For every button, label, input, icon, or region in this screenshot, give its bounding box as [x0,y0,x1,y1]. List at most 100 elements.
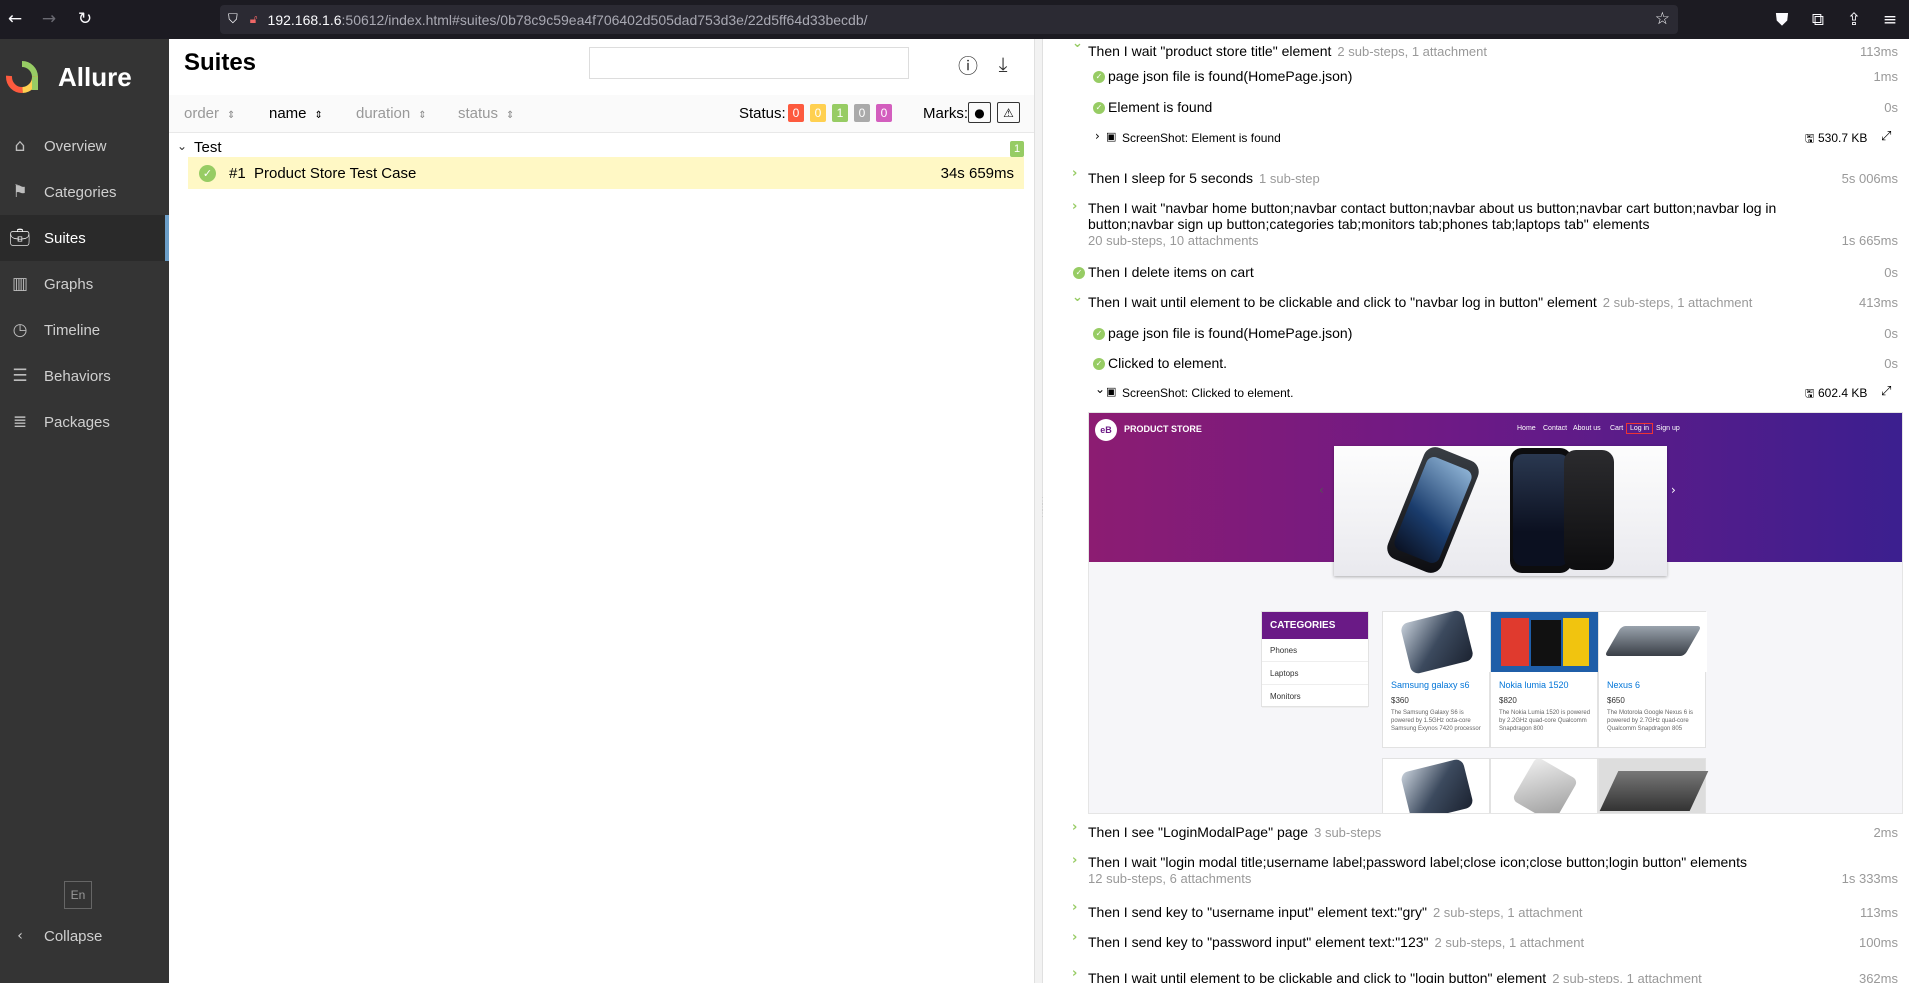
case-duration: 34s 659ms [940,165,1014,182]
phone-shape [1501,618,1529,666]
nav-cart: Cart [1610,425,1624,432]
sidebar-item-graphs[interactable]: ▥ Graphs [0,261,169,307]
sort-label: status [458,105,499,122]
bookmark-star-icon[interactable]: ☆ [1655,9,1670,29]
sidebar-item-behaviors[interactable]: ☰ Behaviors [0,353,169,399]
url-bar[interactable]: ⛉ 🔓︎ 192.168.1.6:50612/index.html#suites… [220,5,1678,34]
product-image [1383,609,1491,675]
step-title-continued: button;navbar sign up button;categories … [1088,216,1650,232]
list-icon: ☰ [12,366,28,386]
step-title: page json file is found(HomePage.json) [1108,325,1353,341]
test-steps-pane: ⌄ Then I wait "product store title" elem… [1043,39,1909,983]
carousel-prev-icon: ‹ [1319,483,1324,497]
case-number: #1 [229,165,246,182]
chevron-left-icon: ‹ [17,928,23,944]
pane-splitter[interactable]: ⋮⋮⋮ [1034,39,1048,983]
step-duration: 362ms [1858,971,1898,983]
product-desc: The Nokia Lumia 1520 is powered by 2.2GH… [1499,710,1591,732]
phone-image [1383,443,1483,577]
passed-check-icon: ✓ [1093,328,1105,340]
chevron-right-icon: › [1072,966,1078,981]
phone-shape [1563,618,1589,666]
insecure-lock-icon[interactable]: 🔓︎ [250,12,258,27]
step-title: Then I wait until element to be clickabl… [1088,294,1597,310]
expand-icon[interactable]: ⤢ [1881,129,1891,144]
language-button[interactable]: En [64,881,92,909]
back-icon[interactable]: ← [0,4,30,34]
search-input[interactable] [589,47,909,79]
collapse-button[interactable]: ‹ Collapse [8,921,102,951]
nav-login: Log in [1626,423,1654,434]
sidebar-item-categories[interactable]: ⚑ Categories [0,169,169,215]
step-duration: 1s 665ms [1841,233,1898,248]
status-failed-badge[interactable]: 0 [788,104,804,122]
passed-check-icon: ✓ [1093,358,1105,370]
sidebar-item-label: Packages [44,413,110,431]
forward-icon[interactable]: → [34,4,64,34]
step-title: Then I sleep for 5 seconds [1088,170,1253,186]
sort-icon: ⇕ [418,110,427,121]
step-duration: 1s 333ms [1841,871,1898,886]
product-desc: The Samsung Galaxy S6 is powered by 1.5G… [1391,710,1481,732]
table-row[interactable]: ✓ #1 Product Store Test Case 34s 659ms [188,157,1024,189]
sidebar-item-suites[interactable]: 💼︎ Suites [0,215,169,261]
status-skipped-badge[interactable]: 0 [854,104,870,122]
flaky-bomb-icon[interactable]: ● [968,102,991,123]
store-logo-icon: eB [1095,419,1117,441]
url-path: :50612/index.html#suites/0b78c9c59ea4f70… [341,11,868,28]
reload-icon[interactable]: ↻ [70,4,100,34]
info-icon[interactable]: ⓘ [955,51,981,78]
step-title: Then I wait until element to be clickabl… [1088,970,1547,983]
shield-icon[interactable]: ⛉ [228,12,238,27]
sort-status[interactable]: status ⇕ [458,105,514,122]
sort-label: name [269,105,307,122]
sidebar-item-overview[interactable]: ⌂ Overview [0,123,169,169]
nav-home: Home [1517,425,1536,432]
status-broken-badge[interactable]: 0 [810,104,826,122]
flag-icon: ⚑ [12,182,28,202]
phone-shape [1531,620,1561,666]
expand-icon[interactable]: ⤢ [1881,384,1891,399]
share-icon[interactable]: ⇪ [1839,5,1869,35]
product-price: $650 [1607,696,1625,705]
brand-name: Allure [58,61,132,92]
status-passed-badge[interactable]: 1 [832,104,848,122]
product-card: Nokia lumia 1520 $820 The Nokia Lumia 15… [1490,611,1599,748]
download-icon[interactable]: ⤓ [990,51,1016,77]
extensions-icon[interactable]: ⧉ [1803,5,1833,35]
group-name: Test [194,139,222,156]
step-title: Then I send key to "username input" elem… [1088,904,1427,920]
product-card: Nexus 6 $650 The Motorola Google Nexus 6… [1598,611,1707,748]
chevron-down-icon: ⌄ [1095,382,1106,396]
attachment-size: 602.4 KB [1818,386,1868,400]
step-duration: 5s 006ms [1841,171,1898,186]
step-duration: 113ms [1859,44,1898,59]
allure-logo-icon [4,59,40,95]
screenshot-preview[interactable]: eB PRODUCT STORE Home Contact About us C… [1088,412,1903,814]
step-title: page json file is found(HomePage.json) [1108,68,1353,84]
step-duration: 0s [1884,326,1898,341]
menu-icon[interactable]: ≡ [1875,5,1905,35]
sidebar-item-label: Timeline [44,321,101,339]
status-filter-label: Status: [739,105,786,122]
sidebar-item-timeline[interactable]: ◷ Timeline [0,307,169,353]
briefcase-icon: 💼︎ [9,228,31,248]
product-price: $360 [1391,696,1409,705]
pocket-icon[interactable]: ⛊ [1767,5,1797,35]
clock-icon: ◷ [12,320,28,340]
suites-pane: Suites ⓘ ⤓ order ⇕ name ⇕ duration ⇕ status… [169,39,1034,983]
marks-label: Marks: [923,105,968,122]
step-meta: 12 sub-steps, 6 attachments [1088,871,1252,886]
step-duration: 0s [1884,265,1898,280]
status-unknown-badge[interactable]: 0 [876,104,892,122]
warning-icon[interactable]: ⚠ [997,102,1020,123]
category-monitors: Monitors [1262,685,1368,708]
sort-name[interactable]: name ⇕ [269,105,323,122]
sort-order[interactable]: order ⇕ [184,105,235,122]
laptop-shape [1599,771,1709,811]
sidebar-item-packages[interactable]: ≣ Packages [0,399,169,445]
nav-signup: Sign up [1656,425,1680,432]
case-title: Product Store Test Case [254,165,417,182]
brand[interactable]: Allure [0,39,169,115]
sort-duration[interactable]: duration ⇕ [356,105,427,122]
